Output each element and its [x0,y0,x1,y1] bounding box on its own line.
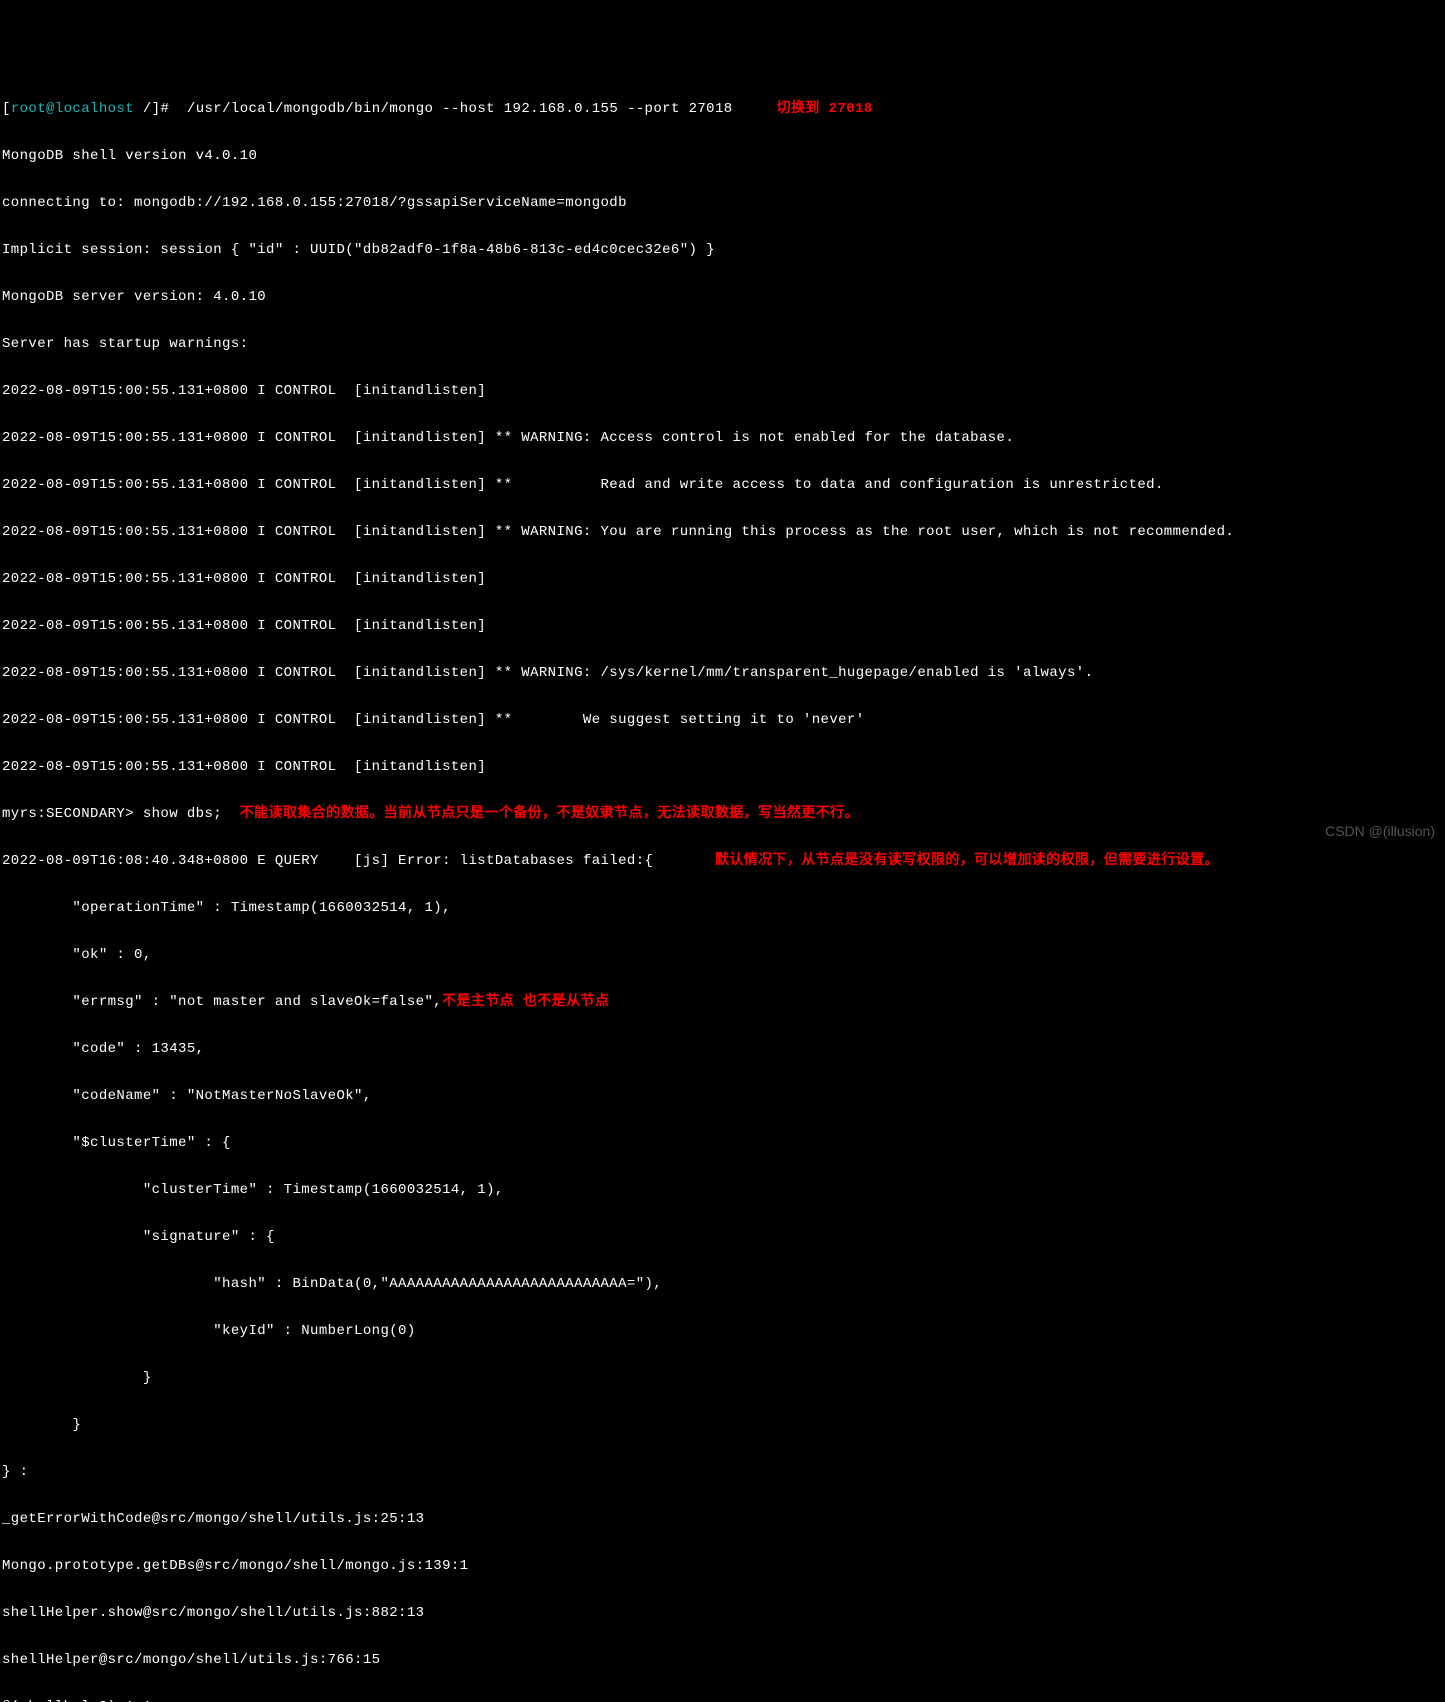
terminal-line-30: } : [2,1461,1443,1485]
terminal-line-17: 2022-08-09T16:08:40.348+0800 E QUERY [js… [2,850,1443,874]
prompt-replica: myrs:SECONDARY> [2,806,143,822]
terminal-line-5: MongoDB server version: 4.0.10 [2,286,1443,310]
terminal-line-22: "codeName" : "NotMasterNoSlaveOk", [2,1085,1443,1109]
terminal-line-15: 2022-08-09T15:00:55.131+0800 I CONTROL [… [2,756,1443,780]
terminal-line-27: "keyId" : NumberLong(0) [2,1320,1443,1344]
terminal-line-10: 2022-08-09T15:00:55.131+0800 I CONTROL [… [2,521,1443,545]
annotation-3: 默认情况下，从节点是没有读写权限的，可以增加读的权限，但需要进行设置。 [715,853,1219,869]
terminal-line-14: 2022-08-09T15:00:55.131+0800 I CONTROL [… [2,709,1443,733]
terminal-line-12: 2022-08-09T15:00:55.131+0800 I CONTROL [… [2,615,1443,639]
terminal-line-32: Mongo.prototype.getDBs@src/mongo/shell/m… [2,1555,1443,1579]
terminal-line-19: "ok" : 0, [2,944,1443,968]
terminal-line-16: myrs:SECONDARY> show dbs; 不能读取集合的数据。当前从节… [2,803,1443,827]
annotation-2: 不能读取集合的数据。当前从节点只是一个备份，不是奴隶节点，无法读取数据，写当然更… [240,806,859,822]
terminal-line-33: shellHelper.show@src/mongo/shell/utils.j… [2,1602,1443,1626]
terminal-line-35: @(shellhelp2):1:1 [2,1696,1443,1702]
terminal-line-13: 2022-08-09T15:00:55.131+0800 I CONTROL [… [2,662,1443,686]
watermark: CSDN @(illusion) [1325,820,1435,844]
terminal-line-7: 2022-08-09T15:00:55.131+0800 I CONTROL [… [2,380,1443,404]
terminal-line-11: 2022-08-09T15:00:55.131+0800 I CONTROL [… [2,568,1443,592]
annotation-1: 切换到 27018 [777,101,873,117]
terminal-line-3: connecting to: mongodb://192.168.0.155:2… [2,192,1443,216]
terminal-line-34: shellHelper@src/mongo/shell/utils.js:766… [2,1649,1443,1673]
terminal-line-21: "code" : 13435, [2,1038,1443,1062]
terminal-line-31: _getErrorWithCode@src/mongo/shell/utils.… [2,1508,1443,1532]
terminal-line-6: Server has startup warnings: [2,333,1443,357]
prompt-user: root@localhost [11,101,134,117]
terminal-line-2: MongoDB shell version v4.0.10 [2,145,1443,169]
terminal-line-28: } [2,1367,1443,1391]
terminal-line-4: Implicit session: session { "id" : UUID(… [2,239,1443,263]
terminal-line-9: 2022-08-09T15:00:55.131+0800 I CONTROL [… [2,474,1443,498]
terminal-line-18: "operationTime" : Timestamp(1660032514, … [2,897,1443,921]
terminal-line-24: "clusterTime" : Timestamp(1660032514, 1)… [2,1179,1443,1203]
terminal-line-26: "hash" : BinData(0,"AAAAAAAAAAAAAAAAAAAA… [2,1273,1443,1297]
terminal-line-20: "errmsg" : "not master and slaveOk=false… [2,991,1443,1015]
terminal-line-1: [root@localhost /]# /usr/local/mongodb/b… [2,98,1443,122]
command-show-dbs: show dbs; [143,806,222,822]
terminal-line-25: "signature" : { [2,1226,1443,1250]
terminal-line-8: 2022-08-09T15:00:55.131+0800 I CONTROL [… [2,427,1443,451]
command-1: /usr/local/mongodb/bin/mongo --host 192.… [187,101,733,117]
terminal-line-29: } [2,1414,1443,1438]
annotation-4: 不是主节点 也不是从节点 [442,994,609,1010]
terminal-line-23: "$clusterTime" : { [2,1132,1443,1156]
